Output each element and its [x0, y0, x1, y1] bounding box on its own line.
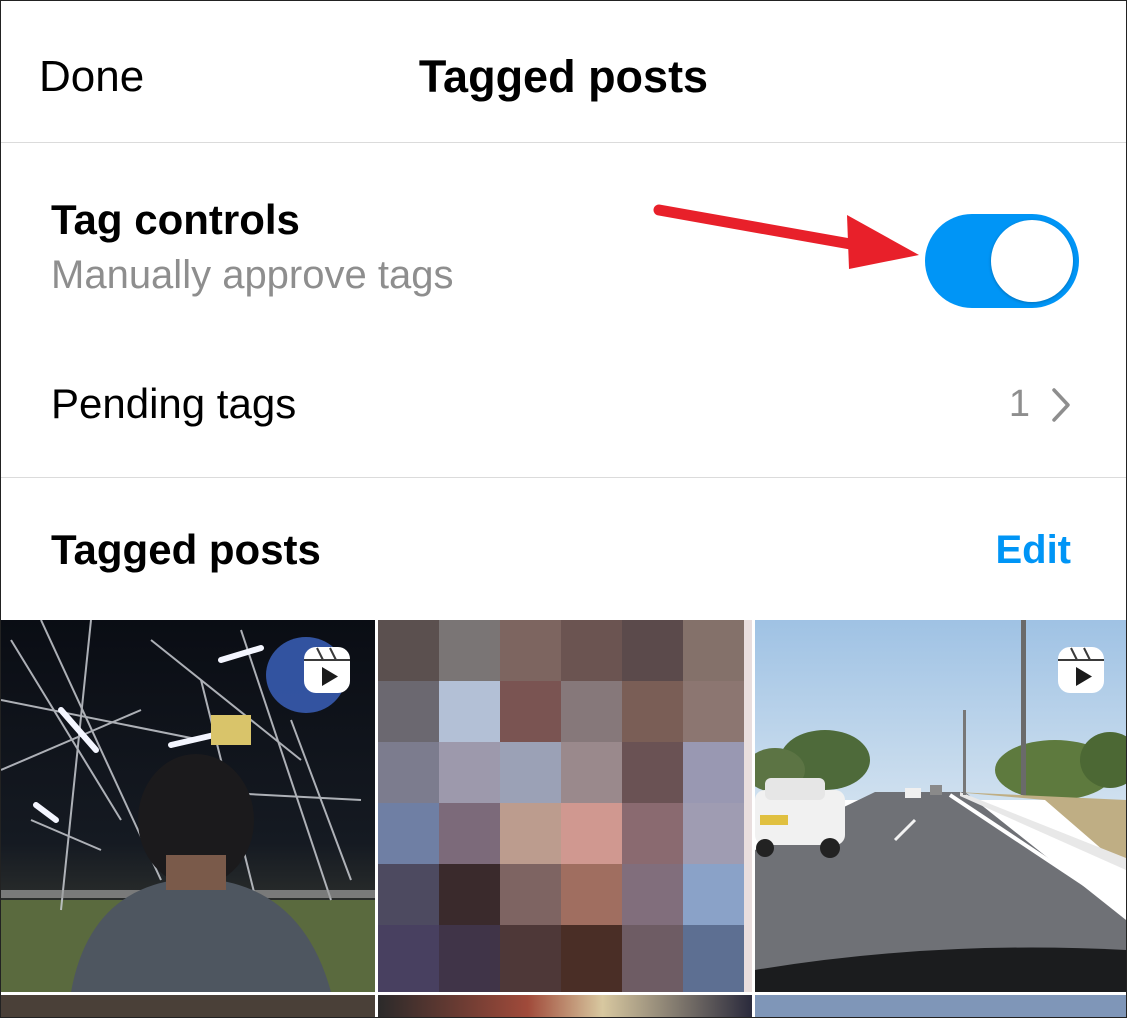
pending-tags-row[interactable]: Pending tags 1	[1, 365, 1126, 445]
app-screen: Done Tagged posts Tag controls Manually …	[0, 0, 1127, 1018]
tag-controls-section: Tag controls Manually approve tags Pendi…	[1, 143, 1126, 478]
pending-tags-count: 1	[1008, 383, 1030, 425]
reels-icon	[304, 647, 350, 693]
tag-controls-title: Tag controls	[51, 196, 300, 243]
pending-tags-label: Pending tags	[51, 380, 297, 427]
manual-approve-toggle[interactable]	[925, 214, 1079, 308]
tag-controls-subtitle: Manually approve tags	[51, 253, 454, 297]
page-title: Tagged posts	[418, 51, 709, 102]
tagged-posts-grid	[1, 620, 1126, 1017]
reels-icon	[1058, 647, 1104, 693]
edit-button[interactable]: Edit	[995, 525, 1071, 575]
post-thumbnail-1[interactable]	[1, 620, 375, 992]
post-thumbnail-4[interactable]	[1, 995, 375, 1017]
tagged-posts-title: Tagged posts	[51, 526, 321, 573]
nav-header: Done Tagged posts	[1, 1, 1126, 143]
post-thumbnail-2[interactable]	[378, 620, 752, 992]
toggle-knob	[991, 220, 1073, 302]
tagged-posts-header: Tagged posts Edit	[1, 478, 1126, 618]
chevron-right-icon	[1052, 388, 1070, 422]
post-image-pixelated	[378, 620, 752, 992]
post-thumbnail-3[interactable]	[755, 620, 1126, 992]
post-thumbnail-5[interactable]	[378, 995, 752, 1017]
post-thumbnail-6[interactable]	[755, 995, 1126, 1017]
annotation-arrow-icon	[653, 204, 919, 269]
